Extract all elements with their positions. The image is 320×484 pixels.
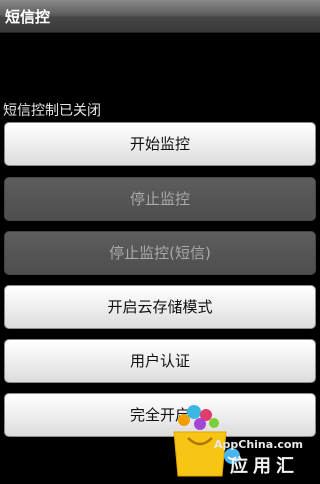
- watermark-brand: 应用汇: [230, 456, 299, 477]
- title-bar: 短信控: [0, 0, 320, 33]
- enable-cloud-storage-button[interactable]: 开启云存储模式: [4, 285, 316, 329]
- watermark-site: AppChina.com: [214, 438, 303, 451]
- app-title: 短信控: [5, 8, 51, 26]
- status-label: 短信控制已关闭: [3, 103, 101, 119]
- stop-monitor-sms-button[interactable]: 停止监控(短信): [4, 231, 316, 275]
- start-monitor-button[interactable]: 开始监控: [4, 122, 316, 166]
- user-auth-button[interactable]: 用户认证: [4, 339, 316, 383]
- fully-enable-button[interactable]: 完全开启: [4, 393, 316, 437]
- stop-monitor-button[interactable]: 停止监控: [4, 177, 316, 221]
